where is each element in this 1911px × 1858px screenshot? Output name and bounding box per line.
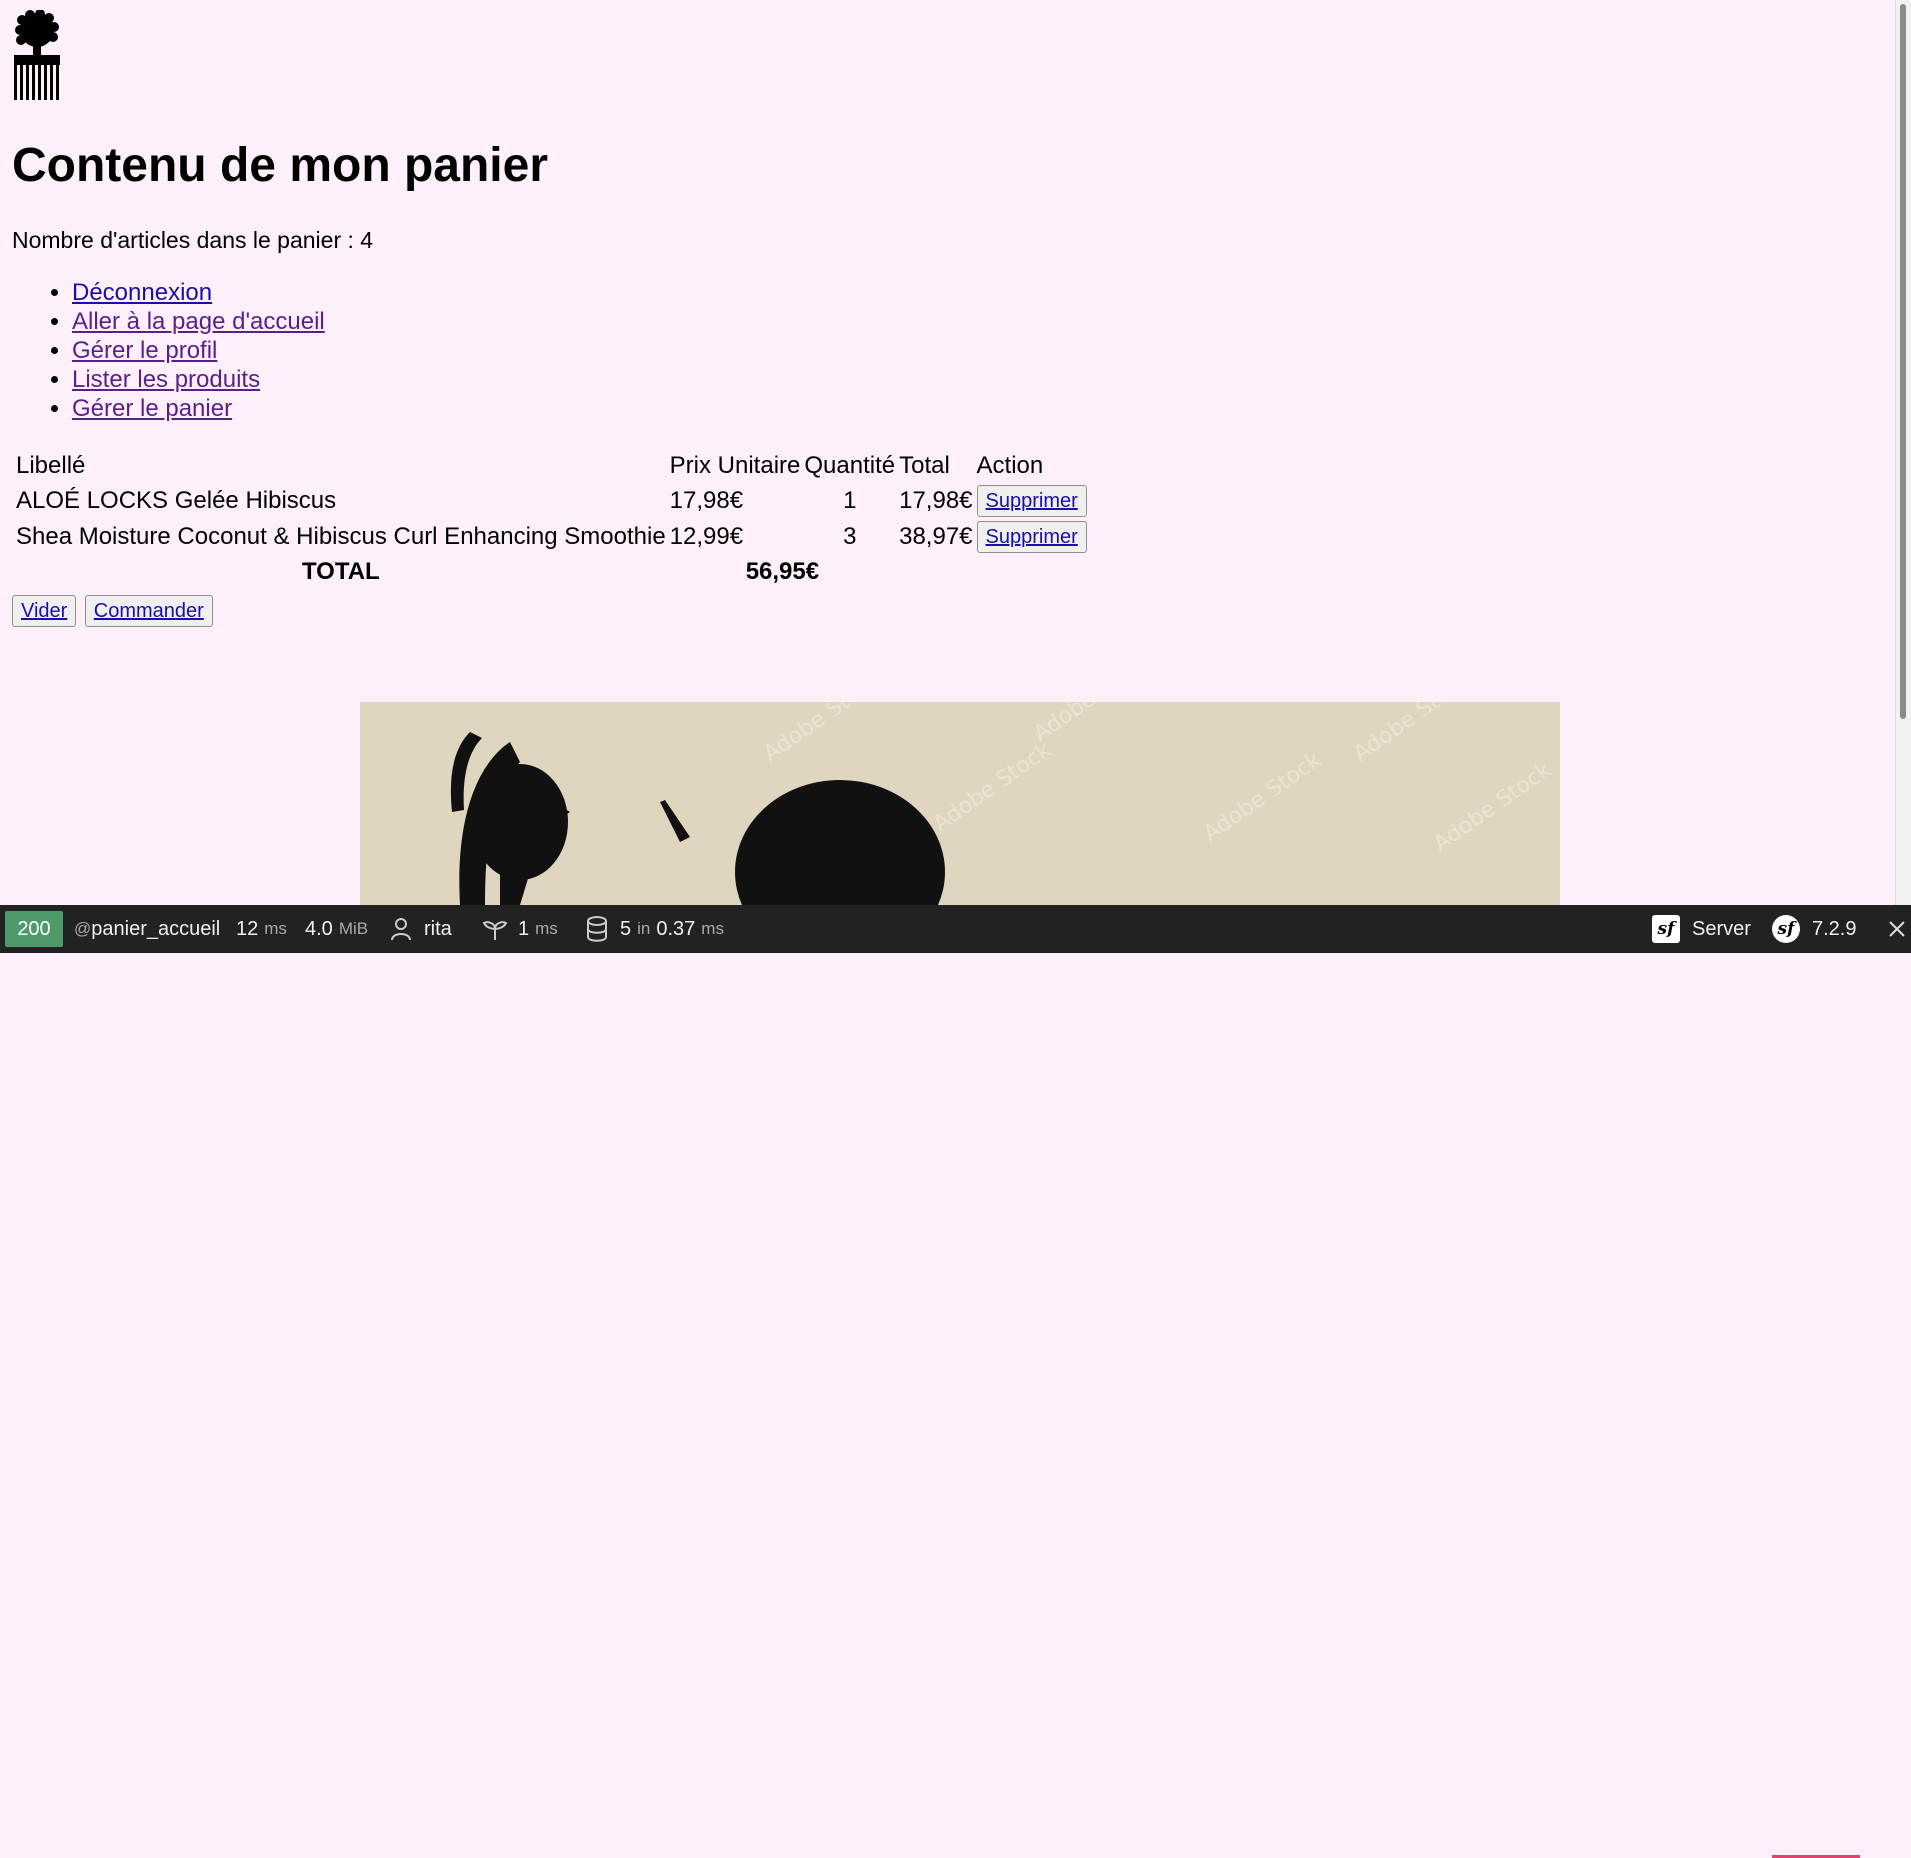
- symfony-logo-icon: sf: [1772, 915, 1800, 943]
- nav-item-cart: Gérer le panier: [72, 394, 325, 423]
- twig-icon: [482, 921, 508, 940]
- page-scrollbar[interactable]: [1895, 0, 1911, 905]
- symfony-server-icon: sf: [1652, 915, 1680, 943]
- request-time[interactable]: 12 ms: [236, 905, 287, 953]
- home-link[interactable]: Aller à la page d'accueil: [72, 308, 325, 335]
- cart-item-count: Nombre d'articles dans le panier : 4: [12, 227, 374, 253]
- column-header-total: Total: [899, 452, 950, 479]
- column-header-label: Libellé: [16, 452, 86, 479]
- debug-toolbar: 200 @ panier_accueil 12 ms 4.0 MiB rita 1 ms…: [0, 905, 1911, 1858]
- total-row: TOTAL 56,95€: [16, 557, 1087, 587]
- nav-item-home: Aller à la page d'accueil: [72, 307, 325, 336]
- total-value: 56,95€: [745, 558, 820, 585]
- line-total: 38,97€: [899, 523, 973, 550]
- nav-item-profile: Gérer le profil: [72, 336, 325, 365]
- afro-comb-icon: [14, 10, 60, 100]
- cart-link[interactable]: Gérer le panier: [72, 395, 232, 422]
- profile-link[interactable]: Gérer le profil: [72, 337, 217, 364]
- table-row: Shea Moisture Coconut & Hibiscus Curl En…: [16, 521, 1087, 553]
- user-indicator[interactable]: rita: [390, 905, 452, 953]
- symfony-version[interactable]: sf 7.2.9: [1772, 905, 1856, 953]
- page-title: Contenu de mon panier: [12, 139, 549, 192]
- products-link[interactable]: Lister les produits: [72, 366, 260, 393]
- nav-item-products: Lister les produits: [72, 365, 325, 394]
- nav-item-logout: Déconnexion: [72, 278, 325, 307]
- column-header-unit-price: Prix Unitaire: [669, 452, 801, 479]
- status-badge[interactable]: 200: [5, 911, 63, 947]
- product-name: Shea Moisture Coconut & Hibiscus Curl En…: [16, 523, 666, 550]
- route-indicator[interactable]: @ panier_accueil: [74, 905, 220, 953]
- product-name: ALOÉ LOCKS Gelée Hibiscus: [16, 487, 337, 514]
- server-info[interactable]: sf Server: [1652, 905, 1751, 953]
- remove-item-button[interactable]: Supprimer: [976, 485, 1087, 517]
- scrollbar-thumb[interactable]: [1900, 4, 1906, 719]
- cart-actions: Vider Commander: [12, 595, 217, 627]
- empty-cart-button[interactable]: Vider: [12, 595, 77, 627]
- column-header-action: Action: [976, 452, 1044, 479]
- banner-image: Adobe Stock Adobe Stock Adobe Stock Adob…: [360, 702, 1560, 905]
- unit-price: 12,99€: [669, 523, 744, 550]
- main-nav: Déconnexion Aller à la page d'accueil Gé…: [12, 278, 325, 423]
- action-cell: Supprimer: [976, 485, 1087, 517]
- table-row: ALOÉ LOCKS Gelée Hibiscus 17,98€ 1 17,98…: [16, 485, 1087, 517]
- logout-link[interactable]: Déconnexion: [72, 279, 212, 306]
- line-total: 17,98€: [899, 487, 973, 514]
- cart-table: Libellé Prix Unitaire Quantité Total Act…: [12, 447, 1091, 591]
- memory-usage[interactable]: 4.0 MiB: [305, 905, 368, 953]
- user-icon: [391, 918, 411, 941]
- total-label: TOTAL: [301, 558, 380, 585]
- unit-price: 17,98€: [669, 487, 744, 514]
- order-button[interactable]: Commander: [84, 595, 213, 627]
- column-header-quantity: Quantité: [804, 452, 896, 479]
- action-cell: Supprimer: [976, 521, 1087, 553]
- database-queries[interactable]: 5 in 0.37 ms: [586, 905, 724, 953]
- table-header-row: Libellé Prix Unitaire Quantité Total Act…: [16, 451, 1087, 481]
- quantity: 1: [843, 487, 857, 514]
- remove-item-button[interactable]: Supprimer: [976, 521, 1087, 553]
- twig-time[interactable]: 1 ms: [482, 905, 558, 953]
- database-icon: [587, 916, 607, 942]
- quantity: 3: [843, 523, 857, 550]
- close-icon[interactable]: [1889, 921, 1905, 937]
